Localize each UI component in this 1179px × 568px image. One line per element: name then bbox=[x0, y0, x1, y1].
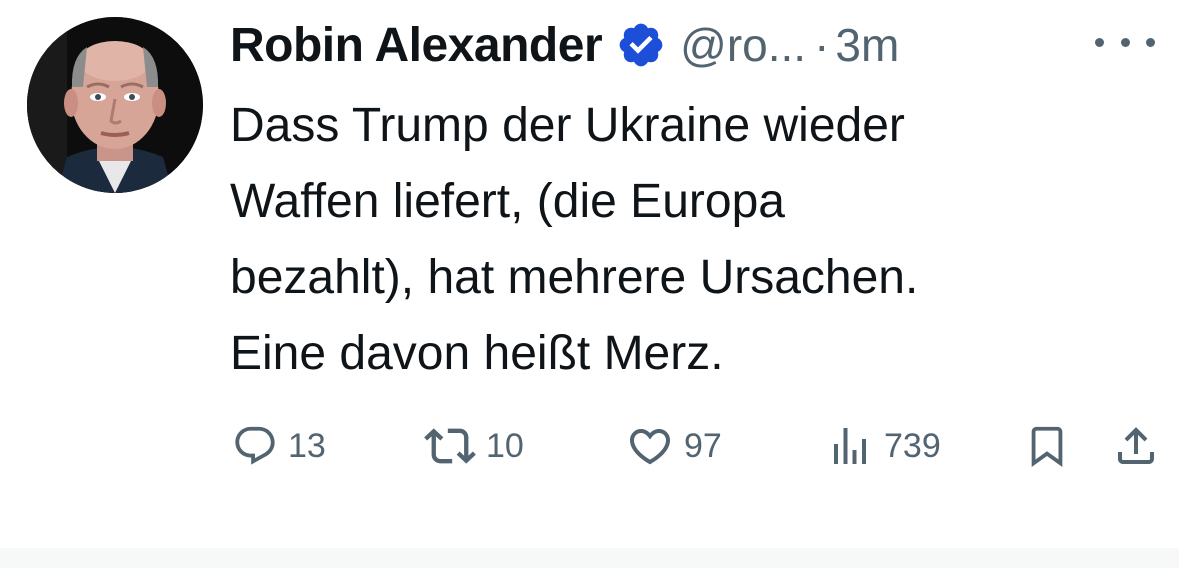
tweet-text-line: Eine davon heißt Merz. bbox=[230, 327, 724, 380]
like-count: 97 bbox=[684, 426, 722, 465]
views-button[interactable]: 739 bbox=[826, 416, 941, 476]
repost-icon bbox=[424, 428, 476, 464]
tweet-actions: 13 10 97 739 bbox=[228, 416, 1168, 476]
like-button[interactable]: 97 bbox=[626, 416, 722, 476]
like-icon bbox=[629, 429, 671, 465]
repost-count: 10 bbox=[486, 426, 524, 465]
tweet-text-line: bezahlt), hat mehrere Ursachen. bbox=[230, 251, 919, 304]
tweet-timestamp[interactable]: 3m bbox=[835, 18, 899, 72]
tweet-header: Robin Alexander @ro... · 3m bbox=[230, 10, 899, 80]
timeline-divider bbox=[0, 548, 1179, 568]
reply-button[interactable]: 13 bbox=[232, 416, 326, 476]
header-separator: · bbox=[814, 19, 830, 71]
verified-badge-icon bbox=[616, 20, 666, 70]
reply-count: 13 bbox=[288, 426, 326, 465]
views-count: 739 bbox=[884, 426, 941, 465]
repost-button[interactable]: 10 bbox=[424, 416, 524, 476]
avatar[interactable] bbox=[27, 17, 203, 193]
more-options-icon[interactable] bbox=[1095, 22, 1155, 62]
tweet[interactable]: Robin Alexander @ro... · 3m Dass Trump d… bbox=[0, 0, 1179, 548]
share-icon bbox=[1118, 427, 1154, 464]
tweet-text: Dass Trump der Ukraine wieder Waffen lie… bbox=[230, 88, 1130, 392]
reply-icon bbox=[235, 426, 275, 465]
bookmark-button[interactable] bbox=[1024, 416, 1070, 476]
bookmark-icon bbox=[1031, 426, 1063, 467]
author-name[interactable]: Robin Alexander bbox=[230, 18, 603, 73]
avatar-portrait-image bbox=[27, 17, 203, 193]
tweet-text-line: Dass Trump der Ukraine wieder bbox=[230, 99, 905, 152]
views-icon bbox=[834, 428, 866, 464]
author-handle[interactable]: @ro... bbox=[680, 18, 806, 72]
tweet-text-line: Waffen liefert, (die Europa bbox=[230, 175, 785, 228]
share-button[interactable] bbox=[1112, 416, 1160, 476]
